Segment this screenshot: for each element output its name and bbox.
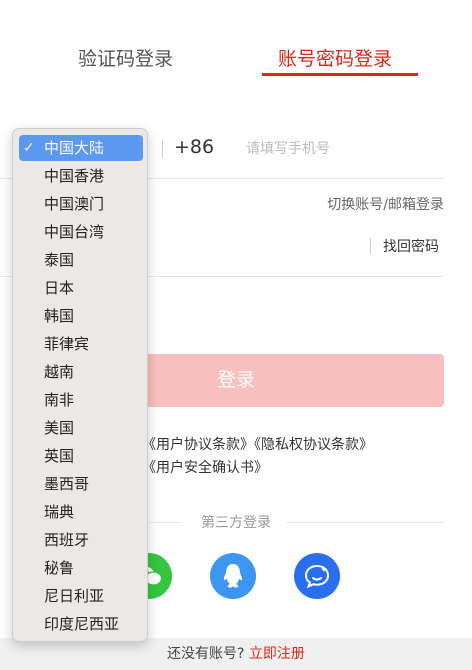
forgot-password-link[interactable]: 找回密码: [383, 236, 439, 256]
register-link[interactable]: 立即注册: [249, 646, 305, 662]
dropdown-option[interactable]: 中国台湾: [19, 219, 143, 245]
dropdown-option-label: 秘鲁: [44, 559, 75, 577]
dropdown-option[interactable]: 西班牙: [19, 527, 143, 553]
dropdown-option[interactable]: 菲律宾: [19, 331, 143, 357]
dropdown-option-label: 英国: [44, 447, 75, 465]
chat-login-button[interactable]: [294, 553, 340, 599]
dropdown-option[interactable]: 韩国: [19, 303, 143, 329]
dropdown-option[interactable]: 秘鲁: [19, 555, 143, 581]
divider: [370, 238, 371, 254]
switch-account-email-link[interactable]: 切换账号/邮箱登录: [327, 194, 444, 214]
dropdown-option[interactable]: 泰国: [19, 247, 143, 273]
dropdown-option-label: 日本: [44, 279, 75, 297]
dropdown-option[interactable]: 中国香港: [19, 163, 143, 189]
dropdown-option[interactable]: 英国: [19, 443, 143, 469]
dropdown-option-label: 尼日利亚: [44, 587, 105, 605]
dropdown-option-label: 中国台湾: [44, 223, 105, 241]
phone-input[interactable]: [246, 136, 436, 162]
dropdown-option[interactable]: 中国澳门: [19, 191, 143, 217]
active-tab-underline: [262, 73, 418, 76]
dropdown-option[interactable]: 美国: [19, 415, 143, 441]
dropdown-option-label: 菲律宾: [44, 335, 90, 353]
qq-login-button[interactable]: [210, 553, 256, 599]
dropdown-option-label: 印度尼西亚: [44, 615, 120, 633]
region-dropdown[interactable]: ✓ 中国大陆 中国香港 中国澳门 中国台湾 泰国 日本 韩国 菲律宾 越南 南非 …: [12, 128, 148, 642]
dropdown-option-label: 南非: [44, 391, 75, 409]
divider: [162, 140, 163, 158]
dropdown-option[interactable]: 尼日利亚: [19, 583, 143, 609]
dropdown-option-label: 韩国: [44, 307, 75, 325]
dropdown-option[interactable]: 南非: [19, 387, 143, 413]
footer-bar: 还没有账号? 立即注册: [0, 638, 472, 670]
dropdown-option-label: 美国: [44, 419, 75, 437]
dropdown-option-label: 越南: [44, 363, 75, 381]
qq-icon: [223, 564, 243, 588]
check-icon: ✓: [23, 140, 35, 156]
dropdown-option-label: 泰国: [44, 251, 75, 269]
chat-bubble-icon: [304, 564, 330, 589]
country-code[interactable]: +86: [174, 136, 214, 158]
security-confirmation-link[interactable]: 《用户安全确认书》: [142, 457, 268, 477]
dropdown-option-label: 西班牙: [44, 531, 90, 549]
tab-password-login[interactable]: 账号密码登录: [278, 44, 392, 71]
agreement-links[interactable]: 《用户协议条款》《隐私权协议条款》: [142, 434, 373, 454]
tab-sms-login[interactable]: 验证码登录: [78, 44, 173, 71]
dropdown-option-label: 中国澳门: [44, 195, 105, 213]
dropdown-option-label: 中国大陆: [44, 139, 105, 157]
dropdown-option[interactable]: 瑞典: [19, 499, 143, 525]
dropdown-option-label: 墨西哥: [44, 475, 90, 493]
dropdown-option[interactable]: 墨西哥: [19, 471, 143, 497]
dropdown-option[interactable]: 越南: [19, 359, 143, 385]
dropdown-option[interactable]: 日本: [19, 275, 143, 301]
dropdown-option[interactable]: 印度尼西亚: [19, 611, 143, 637]
register-prompt: 还没有账号?: [167, 646, 245, 662]
dropdown-option[interactable]: ✓ 中国大陆: [19, 135, 143, 161]
dropdown-option-label: 瑞典: [44, 503, 75, 521]
dropdown-option-label: 中国香港: [44, 167, 105, 185]
